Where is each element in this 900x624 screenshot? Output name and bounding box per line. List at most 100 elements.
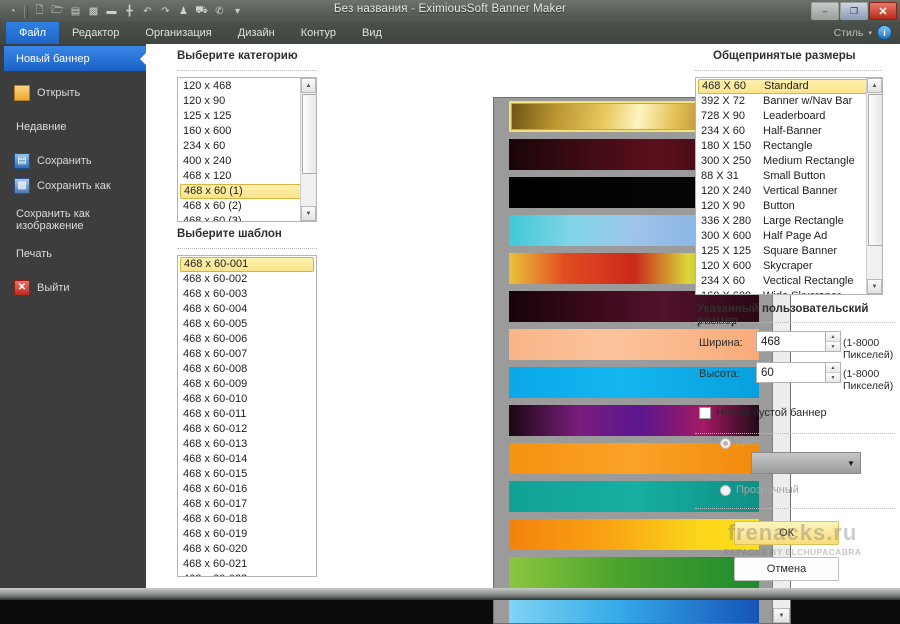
size-list-item[interactable]: 468 X 60 Standard — [698, 79, 880, 94]
template-list-item[interactable]: 468 x 60-001 — [180, 257, 314, 272]
category-list-item[interactable]: 468 x 60 (2) — [178, 199, 316, 214]
new-blank-banner-checkbox[interactable]: Новый пустой баннер — [699, 407, 827, 419]
banner-green-snowflakes[interactable] — [508, 557, 759, 588]
menu-item-save-as[interactable]: ▩ Сохранить как — [4, 173, 146, 198]
template-list-item[interactable]: 468 x 60-016 — [178, 482, 316, 497]
category-list-item[interactable]: 468 x 60 (3) — [178, 214, 316, 221]
template-list-item[interactable]: 468 x 60-009 — [178, 377, 316, 392]
tab-organization[interactable]: Организация — [132, 22, 224, 44]
size-list-item[interactable]: 120 X 90 Button — [696, 199, 882, 214]
width-spin-buttons[interactable]: ▲ ▼ — [826, 331, 841, 352]
width-stepper[interactable]: 468 ▲ ▼ — [756, 331, 841, 352]
spin-up-icon[interactable]: ▲ — [826, 332, 840, 342]
template-list-item[interactable]: 468 x 60-003 — [178, 287, 316, 302]
size-list-item[interactable]: 160 X 600Wide Skycraper — [696, 289, 882, 294]
sizes-scrollbar[interactable]: ▲ ▼ — [866, 78, 882, 294]
style-selector[interactable]: Стиль ▾ i — [834, 25, 892, 40]
size-list-item[interactable]: 392 X 72 Banner w/Nav Bar — [696, 94, 882, 109]
template-listbox[interactable]: 468 x 60-001 468 x 60-002 468 x 60-003 468 … — [177, 255, 317, 577]
height-spin-buttons[interactable]: ▲ ▼ — [826, 362, 841, 383]
scroll-down-icon[interactable]: ▼ — [867, 279, 882, 294]
checkbox-icon[interactable] — [699, 407, 711, 419]
template-list-item[interactable]: 468 x 60-004 — [178, 302, 316, 317]
template-list-item[interactable]: 468 x 60-008 — [178, 362, 316, 377]
menu-item-save[interactable]: ▤ Сохранить — [4, 148, 146, 173]
category-list-item[interactable]: 468 x 120 — [178, 169, 316, 184]
scroll-up-icon[interactable]: ▲ — [301, 78, 316, 93]
size-list-item[interactable]: 180 X 150 Rectangle — [696, 139, 882, 154]
template-list-item[interactable]: 468 x 60-010 — [178, 392, 316, 407]
category-list-item[interactable]: 400 x 240 — [178, 154, 316, 169]
category-listbox[interactable]: 120 x 468 120 x 90 125 x 125 160 x 600 234 x… — [177, 77, 317, 222]
template-list-item[interactable]: 468 x 60-017 — [178, 497, 316, 512]
color-radio[interactable]: Цвет — [720, 437, 761, 449]
size-list-item[interactable]: 120 X 600 Skycraper — [696, 259, 882, 274]
template-list-item[interactable]: 468 x 60-018 — [178, 512, 316, 527]
scroll-up-icon[interactable]: ▲ — [867, 78, 882, 93]
template-list-item[interactable]: 468 x 60-019 — [178, 527, 316, 542]
tab-file[interactable]: Файл — [6, 22, 60, 44]
color-combobox[interactable]: ▼ — [751, 452, 861, 474]
template-list-item[interactable]: 468 x 60-013 — [178, 437, 316, 452]
category-list-item[interactable]: 120 x 468 — [178, 79, 316, 94]
menu-item-open[interactable]: Открыть — [4, 80, 146, 105]
ok-button[interactable]: ОК — [734, 521, 839, 545]
template-list-item[interactable]: 468 x 60-011 — [178, 407, 316, 422]
transparent-radio[interactable]: Прозрачный — [720, 484, 799, 496]
tab-editor[interactable]: Редактор — [59, 22, 132, 44]
size-list-item[interactable]: 125 X 125 Square Banner — [696, 244, 882, 259]
height-stepper[interactable]: 60 ▲ ▼ — [756, 362, 841, 383]
category-list-item[interactable]: 160 x 600 — [178, 124, 316, 139]
info-icon[interactable]: i — [877, 25, 892, 40]
scrollbar-thumb[interactable] — [868, 94, 882, 246]
template-list-item[interactable]: 468 x 60-002 — [178, 272, 316, 287]
template-list-item[interactable]: 468 x 60-012 — [178, 422, 316, 437]
height-input[interactable]: 60 — [756, 362, 826, 383]
category-list-item[interactable]: 234 x 60 — [178, 139, 316, 154]
preview-scroll-down-icon[interactable]: ▼ — [773, 608, 790, 623]
template-list-item[interactable]: 468 x 60-020 — [178, 542, 316, 557]
template-list-item[interactable]: 468 x 60-005 — [178, 317, 316, 332]
template-list-item[interactable]: 468 x 60-022 — [178, 572, 316, 576]
template-list-item[interactable]: 468 x 60-006 — [178, 332, 316, 347]
menu-item-print[interactable]: Печать — [4, 241, 146, 266]
category-list-item[interactable]: 125 x 125 — [178, 109, 316, 124]
spin-up-icon[interactable]: ▲ — [826, 363, 840, 373]
size-list-item[interactable]: 300 X 600 Half Page Ad — [696, 229, 882, 244]
size-list-item[interactable]: 336 X 280 Large Rectangle — [696, 214, 882, 229]
menu-item-new-banner[interactable]: Новый баннер — [4, 46, 146, 71]
height-label: Высота: — [699, 368, 740, 380]
radio-icon[interactable] — [720, 437, 731, 449]
size-list-item[interactable]: 300 X 250 Medium Rectangle — [696, 154, 882, 169]
size-list-item[interactable]: 728 X 90 Leaderboard — [696, 109, 882, 124]
tab-design[interactable]: Дизайн — [225, 22, 288, 44]
size-list-item[interactable]: 120 X 240 Vertical Banner — [696, 184, 882, 199]
maximize-button[interactable]: ❐ — [840, 2, 868, 20]
menu-item-recent[interactable]: Недавние — [4, 114, 146, 139]
size-list-item[interactable]: 88 X 31 Small Button — [696, 169, 882, 184]
scroll-down-icon[interactable]: ▼ — [301, 206, 316, 221]
category-scrollbar[interactable]: ▲ ▼ — [300, 78, 316, 221]
tab-outline[interactable]: Контур — [288, 22, 349, 44]
close-button[interactable]: ✕ — [869, 2, 897, 20]
radio-icon[interactable] — [720, 484, 731, 496]
template-list-item[interactable]: 468 x 60-014 — [178, 452, 316, 467]
width-input[interactable]: 468 — [756, 331, 826, 352]
category-list-item[interactable]: 120 x 90 — [178, 94, 316, 109]
common-sizes-listbox[interactable]: 468 X 60 Standard 392 X 72 Banner w/Nav Bar… — [695, 77, 883, 295]
category-list-item[interactable]: 468 x 60 (1) — [180, 184, 314, 199]
banner-orange-yellow-snow[interactable] — [508, 519, 759, 550]
cancel-button[interactable]: Отмена — [734, 557, 839, 581]
scrollbar-thumb[interactable] — [302, 94, 316, 174]
template-list-item[interactable]: 468 x 60-007 — [178, 347, 316, 362]
template-list-item[interactable]: 468 x 60-015 — [178, 467, 316, 482]
size-list-item[interactable]: 234 X 60 Vectical Rectangle — [696, 274, 882, 289]
minimize-button[interactable]: – — [811, 2, 839, 20]
size-list-item[interactable]: 234 X 60 Half-Banner — [696, 124, 882, 139]
spin-down-icon[interactable]: ▼ — [826, 342, 840, 351]
menu-item-save-as-image[interactable]: Сохранить как изображение — [4, 207, 146, 232]
menu-item-exit[interactable]: ✕ Выйти — [4, 275, 146, 300]
template-list-item[interactable]: 468 x 60-021 — [178, 557, 316, 572]
tab-view[interactable]: Вид — [349, 22, 395, 44]
spin-down-icon[interactable]: ▼ — [826, 373, 840, 382]
